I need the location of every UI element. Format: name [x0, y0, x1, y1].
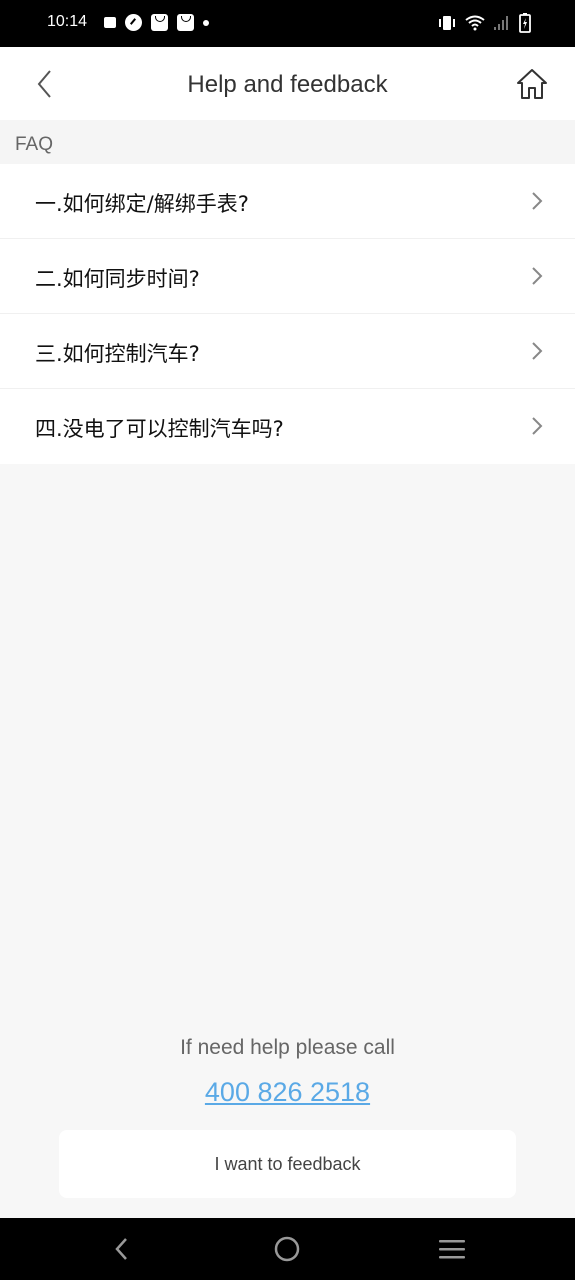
chevron-right-icon	[532, 342, 543, 360]
nav-home-icon	[274, 1236, 300, 1262]
chevron-right-icon	[532, 192, 543, 210]
faq-item-label: 一.如何绑定/解绑手表?	[35, 192, 249, 216]
home-icon	[517, 69, 547, 99]
nav-recents-icon	[439, 1240, 465, 1259]
vibrate-icon	[439, 16, 455, 30]
faq-item[interactable]: 二.如何同步时间?	[0, 239, 575, 314]
nav-back-icon	[115, 1238, 127, 1260]
faq-list: 一.如何绑定/解绑手表? 二.如何同步时间? 三.如何控制汽车? 四.没电了可以…	[0, 164, 575, 464]
faq-section-header: FAQ	[0, 120, 575, 164]
faq-header-label: FAQ	[15, 134, 54, 155]
status-bar: 10:14	[0, 0, 575, 47]
help-text: If need help please call	[180, 1036, 395, 1059]
wifi-icon	[465, 15, 485, 31]
dot-icon	[203, 19, 209, 26]
system-nav-bar	[0, 1218, 575, 1280]
nav-back-button[interactable]	[108, 1234, 136, 1264]
signal-icon	[494, 16, 508, 30]
shopping-bag-icon	[177, 14, 194, 31]
notification-square-icon	[104, 17, 116, 28]
phone-number-link[interactable]: 400 826 2518	[205, 1077, 370, 1107]
gauge-icon	[125, 14, 142, 31]
home-button[interactable]	[515, 67, 549, 101]
faq-item-label: 三.如何控制汽车?	[35, 342, 200, 366]
page-title: Help and feedback	[187, 71, 388, 98]
faq-item[interactable]: 四.没电了可以控制汽车吗?	[0, 389, 575, 464]
faq-item[interactable]: 三.如何控制汽车?	[0, 314, 575, 389]
faq-item[interactable]: 一.如何绑定/解绑手表?	[0, 164, 575, 239]
shopping-bag-icon	[151, 14, 168, 31]
nav-recents-button[interactable]	[438, 1236, 466, 1262]
nav-home-button[interactable]	[273, 1235, 301, 1263]
faq-item-label: 四.没电了可以控制汽车吗?	[35, 417, 284, 441]
phone-link-container: 400 826 2518	[0, 1077, 575, 1108]
battery-charging-icon	[519, 13, 531, 33]
faq-item-label: 二.如何同步时间?	[35, 267, 200, 291]
chevron-right-icon	[532, 417, 543, 435]
feedback-button[interactable]: I want to feedback	[59, 1130, 516, 1198]
status-notification-icons	[104, 14, 209, 31]
app-bar: Help and feedback	[0, 47, 575, 120]
status-time: 10:14	[47, 13, 88, 30]
status-system-icons	[437, 13, 531, 33]
chevron-right-icon	[532, 267, 543, 285]
